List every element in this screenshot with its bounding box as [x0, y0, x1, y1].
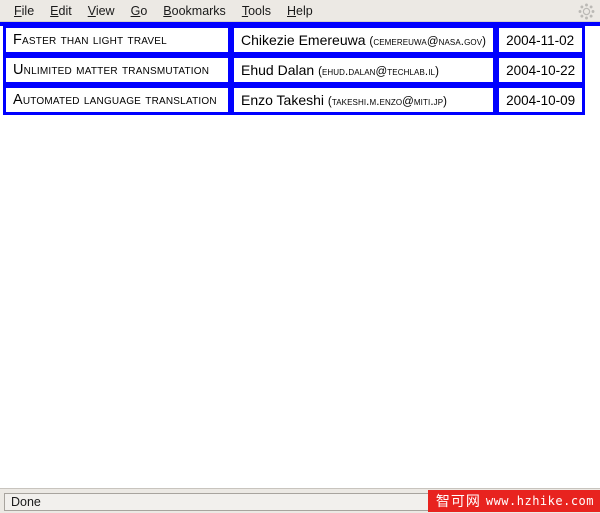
watermark: 智可网 www.hzhike.com — [428, 490, 600, 512]
menu-item-file-rest: ile — [22, 4, 35, 18]
menu-item-help[interactable]: Help — [279, 2, 321, 20]
cell-date: 2004-10-22 — [496, 55, 585, 85]
menu-item-go-rest: o — [140, 4, 147, 18]
menu-item-bookmarks-accel: B — [163, 4, 171, 18]
menu-item-tools[interactable]: Tools — [234, 2, 279, 20]
menu-item-help-rest: elp — [296, 4, 313, 18]
cell-person: Chikezie Emereuwa (cemereuwa@nasa.gov) — [231, 25, 496, 55]
menu-item-file[interactable]: File — [6, 2, 42, 20]
menu-item-bookmarks[interactable]: Bookmarks — [155, 2, 234, 20]
menu-item-go[interactable]: Go — [123, 2, 156, 20]
menu-item-edit-rest: dit — [59, 4, 72, 18]
cell-date: 2004-10-09 — [496, 85, 585, 115]
cell-person: Ehud Dalan (ehud.dalan@techlab.il) — [231, 55, 496, 85]
menu-item-view-rest: iew — [96, 4, 115, 18]
person-email: (cemereuwa@nasa.gov) — [369, 36, 486, 48]
cell-title: Faster than light travel — [3, 25, 231, 55]
menu-item-file-accel: F — [14, 4, 22, 18]
menu-item-tools-rest: ools — [248, 4, 271, 18]
table-row: Automated language translation Enzo Take… — [3, 85, 585, 115]
person-email: (ehud.dalan@techlab.il) — [318, 66, 439, 78]
watermark-url: www.hzhike.com — [486, 494, 594, 508]
table-row: Unlimited matter transmutation Ehud Dala… — [3, 55, 585, 85]
watermark-logo: 智可网 — [434, 491, 486, 511]
menu-bar: File Edit View Go Bookmarks Tools Help — [0, 0, 600, 22]
page-content: Faster than light travel Chikezie Emereu… — [0, 22, 600, 488]
cell-title: Automated language translation — [3, 85, 231, 115]
menu-item-edit[interactable]: Edit — [42, 2, 80, 20]
person-name: Chikezie Emereuwa — [241, 32, 366, 48]
menu-item-bookmarks-rest: ookmarks — [172, 4, 226, 18]
menu-item-edit-accel: E — [50, 4, 58, 18]
cell-person: Enzo Takeshi (takeshi.m.enzo@miti.jp) — [231, 85, 496, 115]
person-name: Ehud Dalan — [241, 62, 314, 78]
records-table: Faster than light travel Chikezie Emereu… — [3, 25, 585, 115]
person-name: Enzo Takeshi — [241, 92, 324, 108]
menu-item-view-accel: V — [88, 4, 96, 18]
menu-item-view[interactable]: View — [80, 2, 123, 20]
gear-icon[interactable] — [578, 3, 595, 20]
cell-title: Unlimited matter transmutation — [3, 55, 231, 85]
cell-date: 2004-11-02 — [496, 25, 585, 55]
status-text: Done — [4, 493, 459, 511]
table-row: Faster than light travel Chikezie Emereu… — [3, 25, 585, 55]
menu-item-go-accel: G — [131, 4, 141, 18]
menu-item-help-accel: H — [287, 4, 296, 18]
person-email: (takeshi.m.enzo@miti.jp) — [328, 96, 447, 108]
